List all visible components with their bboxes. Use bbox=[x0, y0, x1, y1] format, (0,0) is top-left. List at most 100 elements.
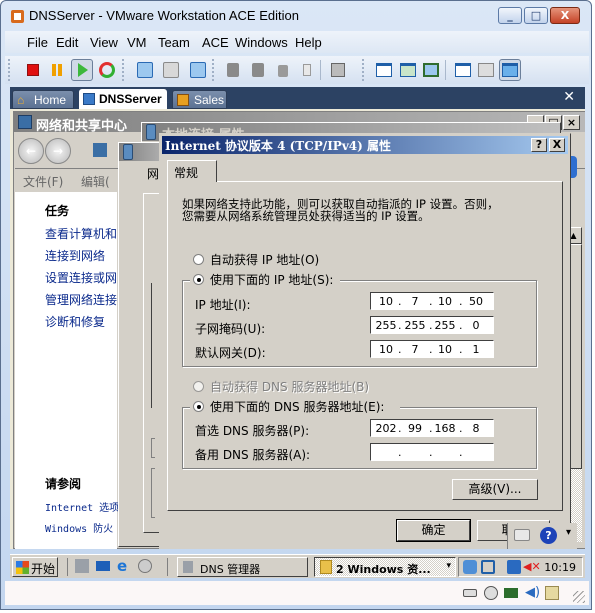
snapshot-icon[interactable] bbox=[135, 60, 155, 80]
tab-dnsserver[interactable]: DNSServer bbox=[79, 89, 167, 109]
maximize-button[interactable]: □ bbox=[524, 7, 548, 24]
network-adapter-icon bbox=[123, 144, 133, 160]
octet: 202 bbox=[375, 422, 397, 435]
nsc-menu-edit[interactable]: 编辑( bbox=[81, 173, 110, 190]
menu-view[interactable]: View bbox=[90, 35, 118, 50]
menu-ace[interactable]: ACE bbox=[202, 35, 229, 50]
power-off-icon[interactable] bbox=[23, 60, 43, 80]
taskbar-windows-explorer-group[interactable]: 2 Windows 资... ▾ bbox=[314, 557, 456, 577]
close-button[interactable]: X bbox=[550, 7, 580, 24]
help-button[interactable]: ? bbox=[531, 138, 547, 152]
task-link[interactable]: 诊断和修复 bbox=[45, 313, 105, 330]
default-gateway-field[interactable]: 10. 7. 10. 1 bbox=[370, 340, 494, 358]
start-label: 开始 bbox=[31, 562, 56, 576]
dialog-close-button[interactable]: X bbox=[549, 138, 565, 152]
keyboard-icon[interactable] bbox=[514, 529, 530, 541]
advanced-button[interactable]: 高级(V)... bbox=[452, 479, 538, 500]
start-button[interactable]: 开始 bbox=[12, 557, 58, 577]
network-status-icon[interactable] bbox=[507, 560, 521, 574]
see-also-link[interactable]: Internet 选项 bbox=[45, 499, 119, 514]
sound-icon[interactable]: ◀) bbox=[525, 586, 540, 600]
vmware-status-bar: ◀) bbox=[5, 581, 589, 605]
clock[interactable]: 10:19 bbox=[544, 561, 576, 574]
task-link[interactable]: 连接到网络 bbox=[45, 247, 105, 264]
nsc-menu-file[interactable]: 文件(F) bbox=[23, 173, 63, 190]
subnet-mask-field[interactable]: 255. 255. 255. 0 bbox=[370, 316, 494, 334]
octet: 255 bbox=[404, 319, 426, 332]
volume-muted-icon[interactable]: ◀✕ bbox=[523, 560, 541, 574]
alternate-dns-field[interactable]: . . . bbox=[370, 443, 494, 461]
clone-linked-icon[interactable] bbox=[248, 60, 268, 80]
tab-home[interactable]: ⌂ Home bbox=[12, 90, 74, 109]
task-link[interactable]: 管理网络连接 bbox=[45, 291, 117, 308]
help-icon[interactable]: ? bbox=[540, 527, 557, 544]
see-also-link[interactable]: Windows 防火 bbox=[45, 520, 113, 535]
console-view-icon[interactable] bbox=[499, 59, 521, 81]
message-log-icon[interactable] bbox=[545, 586, 559, 600]
auto-dns-radio[interactable] bbox=[193, 381, 204, 392]
octet: 50 bbox=[469, 295, 483, 308]
settings-icon[interactable] bbox=[453, 60, 473, 80]
console-icon[interactable] bbox=[328, 60, 348, 80]
hard-disk-icon[interactable] bbox=[463, 589, 477, 597]
menu-help[interactable]: Help bbox=[295, 35, 322, 50]
menu-edit[interactable]: Edit bbox=[56, 35, 78, 50]
menu-team[interactable]: Team bbox=[158, 35, 190, 50]
ok-button[interactable]: 确定 bbox=[396, 519, 471, 542]
forward-button[interactable]: → bbox=[45, 138, 71, 164]
taskbar-dns-manager[interactable]: DNS 管理器 bbox=[177, 557, 308, 577]
power-on-icon[interactable] bbox=[71, 59, 93, 81]
task-link[interactable]: 设置连接或网 bbox=[45, 269, 117, 286]
suspend-icon[interactable] bbox=[47, 60, 67, 80]
preferred-dns-field[interactable]: 202. 99. 168. 8 bbox=[370, 419, 494, 437]
menu-windows[interactable]: Windows bbox=[235, 35, 288, 50]
cd-rom-disconnected-icon[interactable] bbox=[484, 586, 498, 600]
guest-screen[interactable]: 网络和共享中心 _ □ × ← → 文件(F) 编辑( 任务 查看计算机和 连接… bbox=[10, 109, 585, 549]
window-title: DNSServer - VMware Workstation ACE Editi… bbox=[29, 8, 299, 23]
usb-icon[interactable] bbox=[297, 60, 317, 80]
manual-ip-radio[interactable] bbox=[193, 274, 204, 285]
nsc-close-button[interactable]: × bbox=[563, 115, 580, 130]
sidebar-icon[interactable] bbox=[374, 60, 394, 80]
close-tab-icon[interactable]: ✕ bbox=[563, 89, 575, 105]
network-adapter-icon[interactable] bbox=[504, 588, 518, 598]
revert-snapshot-icon[interactable] bbox=[161, 60, 181, 80]
minimize-button[interactable]: _ bbox=[498, 7, 522, 24]
ip-address-label: IP 地址(I): bbox=[195, 298, 251, 312]
new-vm-icon[interactable] bbox=[273, 60, 293, 80]
reset-icon[interactable] bbox=[97, 60, 117, 80]
toolbar bbox=[5, 56, 589, 84]
options-icon[interactable]: ▾ bbox=[566, 527, 571, 538]
menu-vm[interactable]: VM bbox=[127, 35, 147, 50]
language-bar: ? ▾ bbox=[507, 523, 577, 549]
tray-app-icon[interactable] bbox=[463, 560, 477, 574]
task-link[interactable]: 查看计算机和 bbox=[45, 225, 117, 242]
dns-manager-icon bbox=[183, 561, 193, 573]
quick-switch-icon[interactable] bbox=[421, 60, 441, 80]
tab-general[interactable]: 常规 bbox=[167, 160, 217, 182]
toolbar-grip[interactable] bbox=[212, 59, 214, 81]
vmware-tools-icon[interactable] bbox=[481, 560, 495, 574]
resize-grip[interactable] bbox=[573, 591, 585, 603]
menu-file[interactable]: File bbox=[27, 35, 48, 50]
auto-ip-radio[interactable] bbox=[193, 254, 204, 265]
lcp-group-edge bbox=[151, 468, 155, 518]
server-manager-icon[interactable] bbox=[75, 559, 89, 573]
snapshot-manager-icon[interactable] bbox=[188, 60, 208, 80]
vm-icon bbox=[83, 93, 95, 105]
show-desktop-icon[interactable] bbox=[96, 561, 110, 571]
toolbar-grip[interactable] bbox=[122, 59, 124, 81]
ip-address-field[interactable]: 10. 7. 10. 50 bbox=[370, 292, 494, 310]
clone-icon[interactable] bbox=[223, 60, 243, 80]
full-screen-icon[interactable] bbox=[398, 60, 418, 80]
back-button[interactable]: ← bbox=[18, 138, 44, 164]
toolbar-grip[interactable] bbox=[362, 59, 364, 81]
manual-dns-radio[interactable] bbox=[193, 401, 204, 412]
internet-explorer-icon[interactable]: e bbox=[117, 559, 131, 574]
tab-sales[interactable]: Sales bbox=[172, 90, 227, 109]
system-tray: ◀✕ 10:19 bbox=[458, 557, 583, 577]
summary-icon[interactable] bbox=[476, 60, 496, 80]
toolbar-grip[interactable] bbox=[8, 59, 10, 81]
vmware-app-icon bbox=[11, 10, 24, 23]
console-icon[interactable] bbox=[138, 559, 152, 573]
